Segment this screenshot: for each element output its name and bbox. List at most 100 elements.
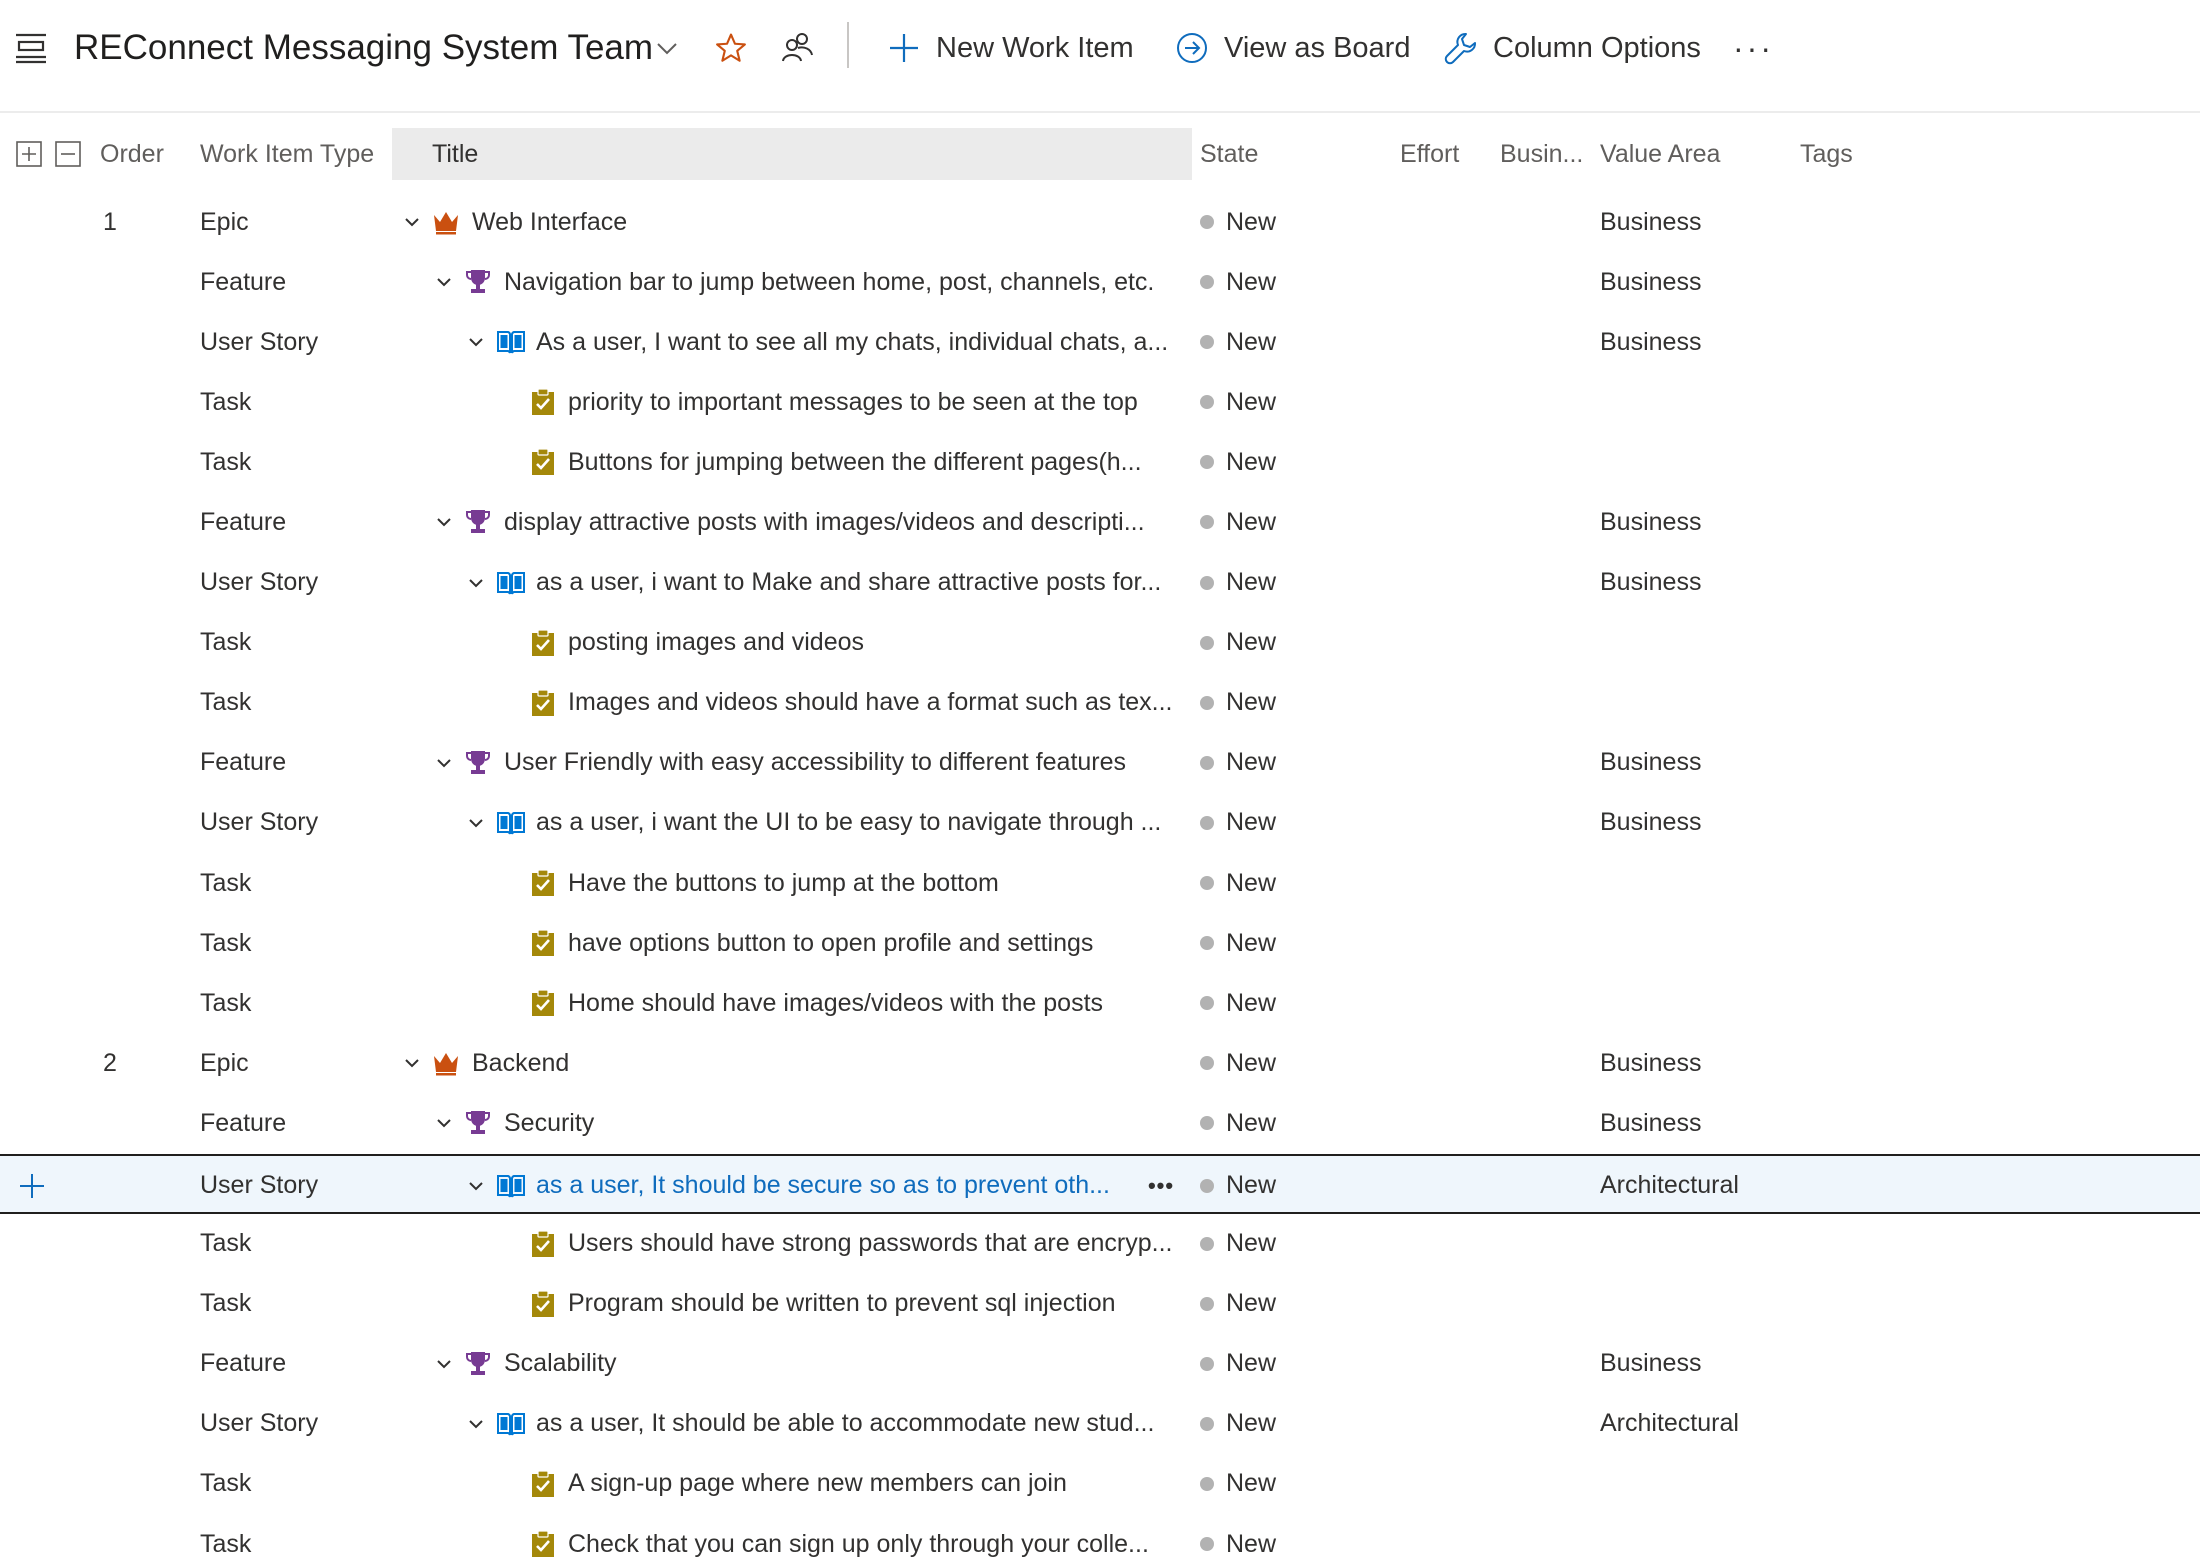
column-options-button[interactable]: Column Options bbox=[1441, 20, 1701, 76]
chevron-down-icon[interactable] bbox=[464, 793, 488, 853]
column-header-work-item-type[interactable]: Work Item Type bbox=[200, 128, 374, 180]
chevron-down-icon[interactable] bbox=[655, 20, 685, 76]
table-row[interactable]: Feature Security New Business bbox=[0, 1093, 2200, 1153]
column-header-order[interactable]: Order bbox=[100, 128, 164, 180]
work-item-title-link[interactable]: as a user, It should be able to accommod… bbox=[536, 1394, 1184, 1454]
trophy-icon bbox=[463, 733, 493, 793]
table-row[interactable]: Task Home should have images/videos with … bbox=[0, 973, 2200, 1033]
table-row[interactable]: Feature User Friendly with easy accessibi… bbox=[0, 733, 2200, 793]
column-header-title[interactable]: Title bbox=[392, 128, 1192, 180]
work-item-title-link[interactable]: Buttons for jumping between the differen… bbox=[568, 432, 1184, 492]
state-cell: New bbox=[1200, 192, 1276, 252]
table-row[interactable]: User Story as a user, i want to Make and … bbox=[0, 553, 2200, 613]
chevron-down-icon[interactable] bbox=[432, 733, 456, 793]
order-cell bbox=[98, 252, 122, 312]
work-item-title-link[interactable]: Navigation bar to jump between home, pos… bbox=[504, 252, 1184, 312]
state-dot-icon bbox=[1200, 335, 1214, 350]
work-item-title-link[interactable]: User Friendly with easy accessibility to… bbox=[504, 733, 1184, 793]
row-more-options-icon[interactable]: ••• bbox=[1143, 1156, 1179, 1216]
table-row[interactable]: Feature Scalability New Business bbox=[0, 1334, 2200, 1394]
expand-all-icon[interactable] bbox=[16, 128, 46, 180]
chevron-down-icon[interactable] bbox=[432, 1093, 456, 1153]
table-row[interactable]: User Story as a user, i want the UI to be… bbox=[0, 793, 2200, 853]
clipboard-check-icon bbox=[528, 973, 558, 1033]
work-item-title-link[interactable]: Web Interface bbox=[472, 192, 1182, 252]
work-item-title-link[interactable]: Check that you can sign up only through … bbox=[568, 1514, 1184, 1560]
view-as-board-button[interactable]: View as Board bbox=[1172, 20, 1410, 76]
order-cell bbox=[98, 492, 122, 552]
state-cell: New bbox=[1200, 1394, 1276, 1454]
work-item-title-link[interactable]: as a user, It should be secure so as to … bbox=[536, 1156, 1126, 1216]
table-row[interactable]: Task Users should have strong passwords t… bbox=[0, 1214, 2200, 1274]
state-dot-icon bbox=[1200, 395, 1214, 410]
table-row[interactable]: Task priority to important messages to be… bbox=[0, 372, 2200, 432]
column-header-effort[interactable]: Effort bbox=[1400, 128, 1459, 180]
chevron-down-icon[interactable] bbox=[432, 252, 456, 312]
work-item-title-link[interactable]: Backend bbox=[472, 1033, 1182, 1093]
work-item-title-link[interactable]: Scalability bbox=[504, 1334, 1184, 1394]
chevron-down-icon[interactable] bbox=[432, 492, 456, 552]
favorite-star-icon[interactable] bbox=[714, 20, 754, 76]
work-item-title-link[interactable]: Home should have images/videos with the … bbox=[568, 973, 1184, 1033]
table-row[interactable]: User Story as a user, It should be able t… bbox=[0, 1394, 2200, 1454]
table-row[interactable]: 1 Epic Web Interface New Business bbox=[0, 192, 2200, 252]
table-row[interactable]: Task posting images and videos New bbox=[0, 613, 2200, 673]
table-row[interactable]: Task have options button to open profile … bbox=[0, 913, 2200, 973]
work-item-type-cell: User Story bbox=[200, 808, 319, 837]
work-item-title-link[interactable]: have options button to open profile and … bbox=[568, 913, 1184, 973]
chevron-down-icon[interactable] bbox=[464, 1156, 488, 1216]
work-item-type-cell: Task bbox=[200, 688, 252, 717]
team-title[interactable]: REConnect Messaging System Team bbox=[74, 20, 653, 76]
table-row[interactable]: User Story As a user, I want to see all m… bbox=[0, 312, 2200, 372]
column-header-tags[interactable]: Tags bbox=[1800, 128, 1853, 180]
state-dot-icon bbox=[1200, 275, 1214, 290]
work-item-title-link[interactable]: priority to important messages to be see… bbox=[568, 372, 1184, 432]
more-options-icon[interactable]: ··· bbox=[1733, 20, 1777, 76]
new-work-item-button[interactable]: New Work Item bbox=[884, 20, 1134, 76]
new-work-item-label: New Work Item bbox=[936, 31, 1134, 64]
value-area-cell: Business bbox=[1600, 267, 1702, 296]
work-item-type-cell: User Story bbox=[200, 568, 319, 597]
work-item-title-link[interactable]: A sign-up page where new members can joi… bbox=[568, 1454, 1184, 1514]
add-child-icon[interactable] bbox=[18, 1156, 52, 1216]
work-item-title-link[interactable]: Users should have strong passwords that … bbox=[568, 1214, 1184, 1274]
state-label: New bbox=[1226, 1048, 1277, 1077]
work-item-title-link[interactable]: Security bbox=[504, 1093, 1184, 1153]
column-header-business-value[interactable]: Busin... bbox=[1500, 128, 1583, 180]
table-row[interactable]: Task A sign-up page where new members can… bbox=[0, 1454, 2200, 1514]
work-item-title-link[interactable]: Program should be written to prevent sql… bbox=[568, 1274, 1184, 1334]
work-item-title-link[interactable]: as a user, i want the UI to be easy to n… bbox=[536, 793, 1184, 853]
state-label: New bbox=[1226, 387, 1277, 416]
table-row[interactable]: Task Check that you can sign up only thro… bbox=[0, 1514, 2200, 1560]
chevron-down-icon[interactable] bbox=[400, 192, 424, 252]
chevron-down-icon[interactable] bbox=[400, 1033, 424, 1093]
table-row[interactable]: Task Images and videos should have a form… bbox=[0, 673, 2200, 733]
table-row[interactable]: 2 Epic Backend New Business bbox=[0, 1033, 2200, 1093]
wrench-icon bbox=[1441, 28, 1481, 68]
team-members-icon[interactable] bbox=[780, 20, 820, 76]
work-item-title-link[interactable]: Images and videos should have a format s… bbox=[568, 673, 1184, 733]
table-row[interactable]: Task Program should be written to prevent… bbox=[0, 1274, 2200, 1334]
collapse-all-icon[interactable] bbox=[55, 128, 85, 180]
work-item-title-link[interactable]: As a user, I want to see all my chats, i… bbox=[536, 312, 1184, 372]
state-dot-icon bbox=[1200, 996, 1214, 1011]
work-item-title-link[interactable]: display attractive posts with images/vid… bbox=[504, 492, 1184, 552]
table-row[interactable]: Task Buttons for jumping between the diff… bbox=[0, 432, 2200, 492]
chevron-down-icon[interactable] bbox=[464, 312, 488, 372]
work-item-title-link[interactable]: Have the buttons to jump at the bottom bbox=[568, 853, 1184, 913]
order-cell bbox=[98, 973, 122, 1033]
table-row[interactable]: Task Have the buttons to jump at the bott… bbox=[0, 853, 2200, 913]
table-row[interactable]: User Story as a user, It should be secure… bbox=[0, 1153, 2200, 1216]
clipboard-check-icon bbox=[528, 673, 558, 733]
chevron-down-icon[interactable] bbox=[464, 553, 488, 613]
work-item-title-link[interactable]: posting images and videos bbox=[568, 613, 1184, 673]
chevron-down-icon[interactable] bbox=[432, 1334, 456, 1394]
chevron-down-icon[interactable] bbox=[464, 1394, 488, 1454]
column-header-value-area[interactable]: Value Area bbox=[1600, 128, 1720, 180]
column-header-state[interactable]: State bbox=[1200, 128, 1258, 180]
work-item-title-link[interactable]: as a user, i want to Make and share attr… bbox=[536, 553, 1184, 613]
order-cell bbox=[98, 913, 122, 973]
state-dot-icon bbox=[1200, 1416, 1214, 1431]
table-row[interactable]: Feature Navigation bar to jump between ho… bbox=[0, 252, 2200, 312]
table-row[interactable]: Feature display attractive posts with ima… bbox=[0, 492, 2200, 552]
